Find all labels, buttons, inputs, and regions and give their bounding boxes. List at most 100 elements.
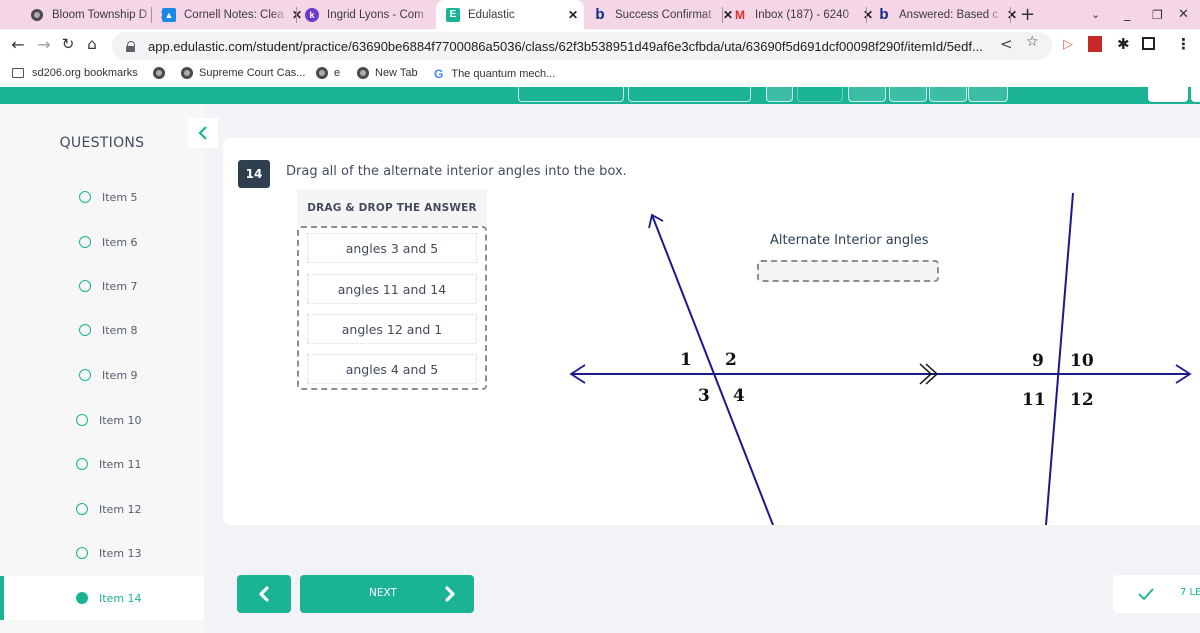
globe-icon <box>30 8 44 22</box>
answer-status-panel[interactable]: 7 LE <box>1113 575 1200 613</box>
extension-screencastify-icon[interactable]: ▷ <box>1063 37 1073 52</box>
restore-button[interactable]: ❐ <box>1152 0 1163 29</box>
browser-tab[interactable]: ▲ Cornell Notes: Clea ✕ <box>162 0 302 29</box>
status-dot-icon <box>79 280 91 292</box>
bookmark-item[interactable]: e <box>316 67 340 79</box>
kami-icon: k <box>305 7 319 22</box>
question-number-badge: 14 <box>238 160 270 188</box>
status-dot-icon <box>76 458 88 470</box>
globe-icon <box>316 67 328 79</box>
browser-menu-icon[interactable]: ⋮ <box>1176 35 1191 53</box>
new-tab-button[interactable]: + <box>1020 0 1035 29</box>
drag-drop-header: DRAG & DROP THE ANSWER <box>297 189 487 226</box>
google-icon: G <box>434 67 444 81</box>
extension-red-icon[interactable] <box>1088 36 1102 52</box>
sidebar-item-10[interactable]: Item 10 <box>0 398 204 442</box>
bookmark-item[interactable] <box>153 67 171 79</box>
url-text: app.edulastic.com/student/practice/63690… <box>148 38 983 54</box>
globe-icon <box>153 67 165 79</box>
sidebar-item-9[interactable]: Item 9 <box>0 353 204 397</box>
close-window-button[interactable]: ✕ <box>1178 0 1189 29</box>
browser-tab[interactable]: Bloom Township D ✕ <box>30 0 170 29</box>
side-panel-icon[interactable] <box>1142 37 1155 50</box>
extensions-puzzle-icon[interactable]: ✱ <box>1117 35 1130 53</box>
bookmark-folder[interactable]: sd206.org bookmarks <box>12 67 138 79</box>
sidebar-item-14[interactable]: Item 14 <box>0 576 204 620</box>
chevron-right-icon <box>445 586 455 602</box>
next-button[interactable]: NEXT <box>300 575 474 613</box>
sidebar-item-7[interactable]: Item 7 <box>0 264 204 308</box>
forward-icon[interactable]: → <box>34 35 54 54</box>
status-dot-icon <box>79 236 91 248</box>
browser-tab[interactable]: k Ingrid Lyons - Com ✕ <box>305 0 445 29</box>
gmail-icon: M <box>735 7 745 22</box>
drop-zone-label: Alternate Interior angles <box>770 233 929 248</box>
tab-divider <box>151 7 152 23</box>
browser-tab[interactable]: b Success Confirmat ✕ <box>593 0 733 29</box>
close-tab-icon[interactable]: ✕ <box>568 8 578 22</box>
address-bar[interactable]: app.edulastic.com/student/practice/63690… <box>112 32 1052 60</box>
browser-tab-active[interactable]: E Edulastic ✕ <box>436 0 584 29</box>
tab-divider <box>296 7 297 23</box>
question-prompt: Drag all of the alternate interior angle… <box>286 164 627 179</box>
chevron-left-icon <box>259 586 269 602</box>
answer-choices-container: angles 3 and 5 angles 11 and 14 angles 1… <box>297 226 487 390</box>
calculator-tool-button[interactable] <box>766 87 793 102</box>
alternate-interior-drop-zone[interactable] <box>757 260 939 282</box>
sidebar-item-13[interactable]: Item 13 <box>0 531 204 575</box>
check-answer-button[interactable] <box>628 87 751 102</box>
sidebar-title: QUESTIONS <box>59 135 145 151</box>
sidebar-item-12[interactable]: Item 12 <box>0 487 204 531</box>
bartleby-icon: b <box>879 6 889 23</box>
globe-icon <box>357 67 369 79</box>
close-tab-icon[interactable]: ✕ <box>863 8 873 22</box>
app-header-toolbar <box>0 87 1200 104</box>
bookmarks-bar: sd206.org bookmarks Supreme Court Cas...… <box>0 62 1200 87</box>
magnifier-tool-button[interactable] <box>889 87 927 102</box>
crossout-tool-button[interactable] <box>797 87 843 102</box>
browser-tab-strip: Bloom Township D ✕ ▲ Cornell Notes: Clea… <box>0 0 1200 29</box>
scratchpad-tool-button[interactable] <box>848 87 886 102</box>
tab-search-chevron-icon[interactable]: ⌄ <box>1091 0 1100 29</box>
status-dot-icon <box>79 369 91 381</box>
bookmark-star-icon[interactable]: ☆ <box>1026 34 1039 50</box>
answer-choice[interactable]: angles 3 and 5 <box>307 233 477 263</box>
tab-divider <box>1010 7 1011 23</box>
sidebar-item-5[interactable]: Item 5 <box>0 175 204 219</box>
bookmark-item[interactable]: New Tab <box>357 67 418 79</box>
share-icon[interactable]: < <box>1000 35 1013 53</box>
sidebar-item-11[interactable]: Item 11 <box>0 442 204 486</box>
home-icon[interactable]: ⌂ <box>82 35 102 53</box>
save-exit-button[interactable] <box>1191 87 1200 102</box>
bookmark-question-button[interactable] <box>518 87 624 102</box>
sidebar-item-8[interactable]: Item 8 <box>0 308 204 352</box>
answer-choice[interactable]: angles 11 and 14 <box>307 274 477 304</box>
minimize-button[interactable]: _ <box>1124 0 1131 29</box>
bookmark-item[interactable]: G The quantum mech... <box>434 67 555 81</box>
status-dot-icon <box>76 547 88 559</box>
close-tab-icon[interactable]: ✕ <box>1007 8 1017 22</box>
user-avatar-button[interactable] <box>1148 87 1188 102</box>
browser-toolbar: ← → ↻ ⌂ app.edulastic.com/student/practi… <box>0 29 1200 62</box>
browser-tab[interactable]: b Answered: Based c ✕ <box>877 0 1017 29</box>
browser-tab[interactable]: M Inbox (187) - 6240 ✕ <box>733 0 873 29</box>
checkmark-icon <box>1138 588 1154 600</box>
questions-sidebar: QUESTIONS Item 5 Item 6 Item 7 Item 8 It… <box>0 104 204 633</box>
pause-tool-button[interactable] <box>929 87 967 102</box>
status-dot-icon <box>79 324 91 336</box>
back-icon[interactable]: ← <box>8 35 28 54</box>
reload-icon[interactable]: ↻ <box>58 35 78 53</box>
folder-icon <box>12 68 24 78</box>
close-tab-icon[interactable]: ✕ <box>723 8 733 22</box>
answer-choice[interactable]: angles 4 and 5 <box>307 354 477 384</box>
status-dot-icon <box>76 503 88 515</box>
status-dot-icon <box>76 592 88 604</box>
menu-tool-button[interactable] <box>968 87 1008 102</box>
sidebar-item-6[interactable]: Item 6 <box>0 220 204 264</box>
status-dot-icon <box>79 191 91 203</box>
collapse-sidebar-button[interactable] <box>188 118 218 148</box>
bookmark-item[interactable]: Supreme Court Cas... <box>181 67 305 79</box>
previous-button[interactable] <box>237 575 291 613</box>
answer-choice[interactable]: angles 12 and 1 <box>307 314 477 344</box>
close-tab-icon[interactable]: ✕ <box>292 8 302 22</box>
